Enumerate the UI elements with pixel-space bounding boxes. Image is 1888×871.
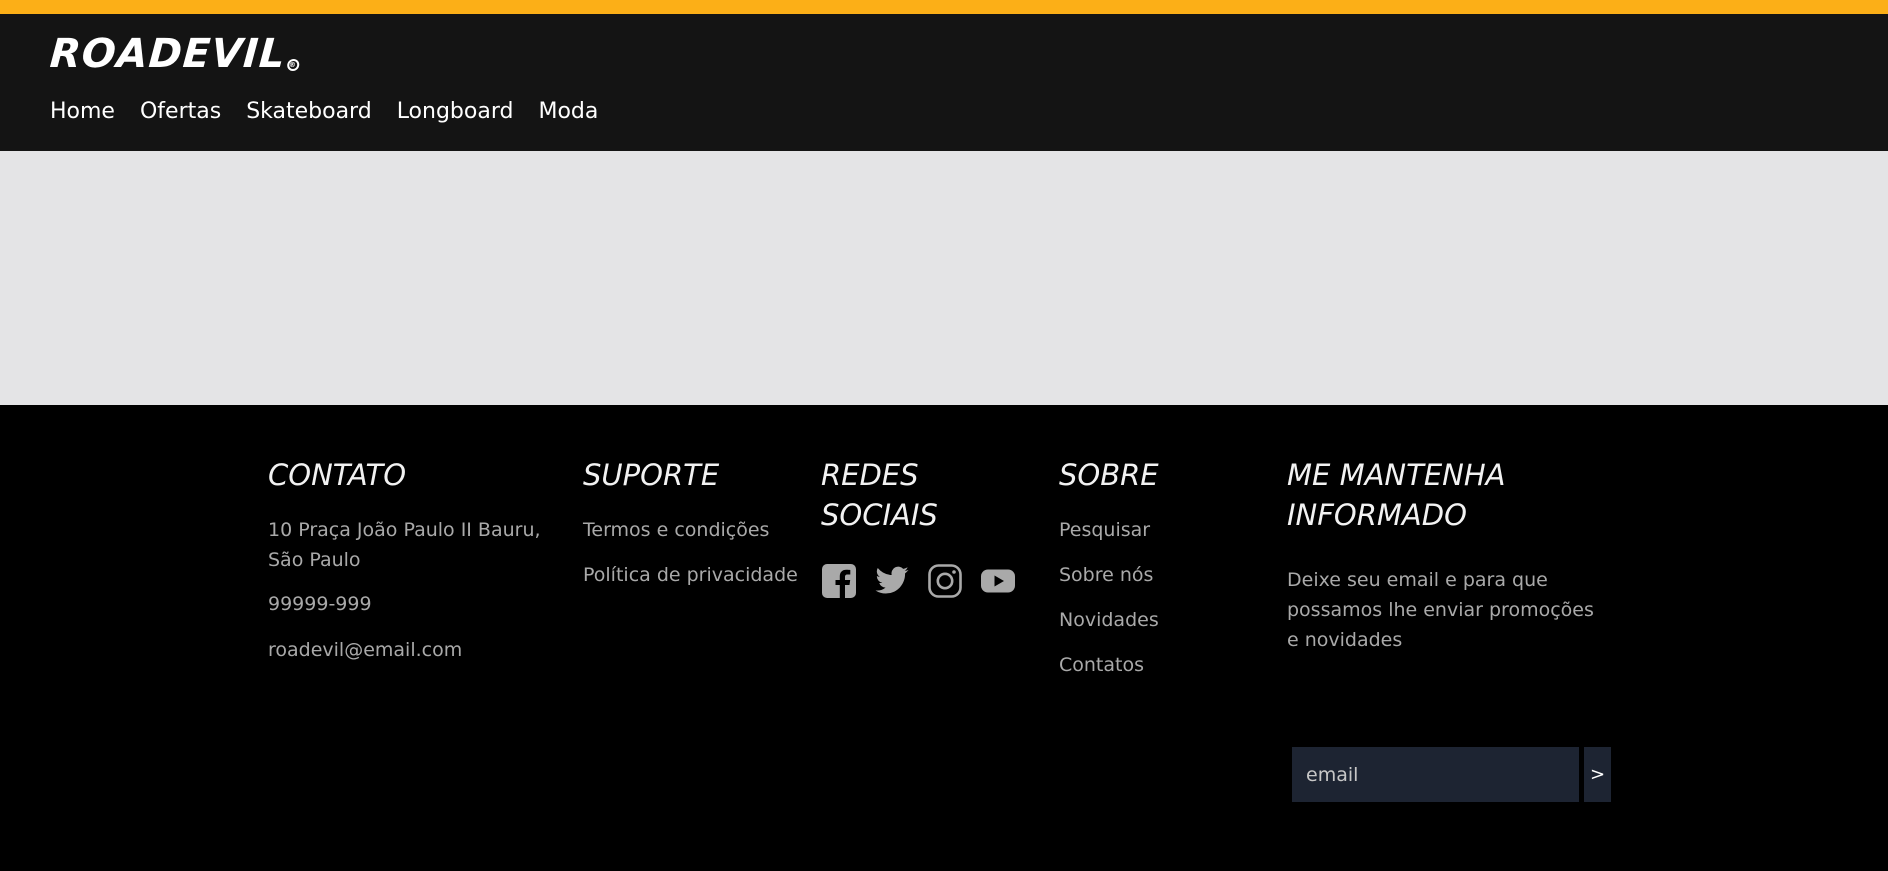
newsletter-title: ME MANTENHA INFORMADO [1287,458,1506,532]
link-termos[interactable]: Termos e condições [583,515,803,545]
facebook-icon[interactable] [821,563,857,599]
twitter-icon[interactable] [874,563,910,599]
registered-mark-icon: ® [286,59,300,71]
link-privacidade[interactable]: Política de privacidade [583,560,803,590]
instagram-icon[interactable] [927,563,963,599]
footer-sobre-title: SOBRE [1059,458,1159,492]
footer-contato-title: CONTATO [268,458,407,492]
contact-email: roadevil@email.com [268,639,463,661]
main-nav: Home Ofertas Skateboard Longboard Moda [50,98,598,126]
youtube-icon[interactable] [980,563,1016,599]
newsletter-submit-button[interactable]: > [1584,747,1611,802]
footer-contato: CONTATO 10 Praça João Paulo II Bauru, Sã… [268,455,548,665]
sobre-links: Pesquisar Sobre nós Novidades Contatos [1059,515,1259,680]
footer-sobre: SOBRE Pesquisar Sobre nós Novidades Cont… [1059,455,1259,680]
newsletter-email-input[interactable] [1292,747,1579,802]
suporte-links: Termos e condições Política de privacida… [583,515,803,590]
footer-suporte: SUPORTE Termos e condições Política de p… [583,455,803,590]
nav-item-ofertas[interactable]: Ofertas [140,98,221,126]
newsletter-form: > [1292,747,1611,802]
link-contatos[interactable]: Contatos [1059,650,1259,680]
nav-item-moda[interactable]: Moda [538,98,598,126]
site-header: ROADEVIL® Home Ofertas Skateboard Longbo… [0,14,1888,151]
nav-item-longboard[interactable]: Longboard [397,98,514,126]
top-accent-bar [0,0,1888,14]
link-sobre-nos[interactable]: Sobre nós [1059,560,1259,590]
site-logo[interactable]: ROADEVIL® [48,24,302,84]
site-footer: CONTATO 10 Praça João Paulo II Bauru, Sã… [0,405,1888,871]
footer-redes-title: REDES SOCIAIS [821,458,938,532]
nav-item-skateboard[interactable]: Skateboard [246,98,372,126]
contact-phone: 99999-999 [268,593,372,615]
footer-redes-sociais: REDES SOCIAIS [821,455,1041,599]
link-pesquisar[interactable]: Pesquisar [1059,515,1259,545]
nav-item-home[interactable]: Home [50,98,115,126]
main-content [0,151,1888,405]
social-icons [821,563,1041,599]
link-novidades[interactable]: Novidades [1059,605,1259,635]
footer-newsletter: ME MANTENHA INFORMADO Deixe seu email e … [1287,455,1627,802]
footer-suporte-title: SUPORTE [583,458,720,492]
logo-text: ROADEVIL [48,31,288,77]
contact-address: 10 Praça João Paulo II Bauru, São Paulo [268,519,541,571]
newsletter-description: Deixe seu email e para que possamos lhe … [1287,569,1594,651]
